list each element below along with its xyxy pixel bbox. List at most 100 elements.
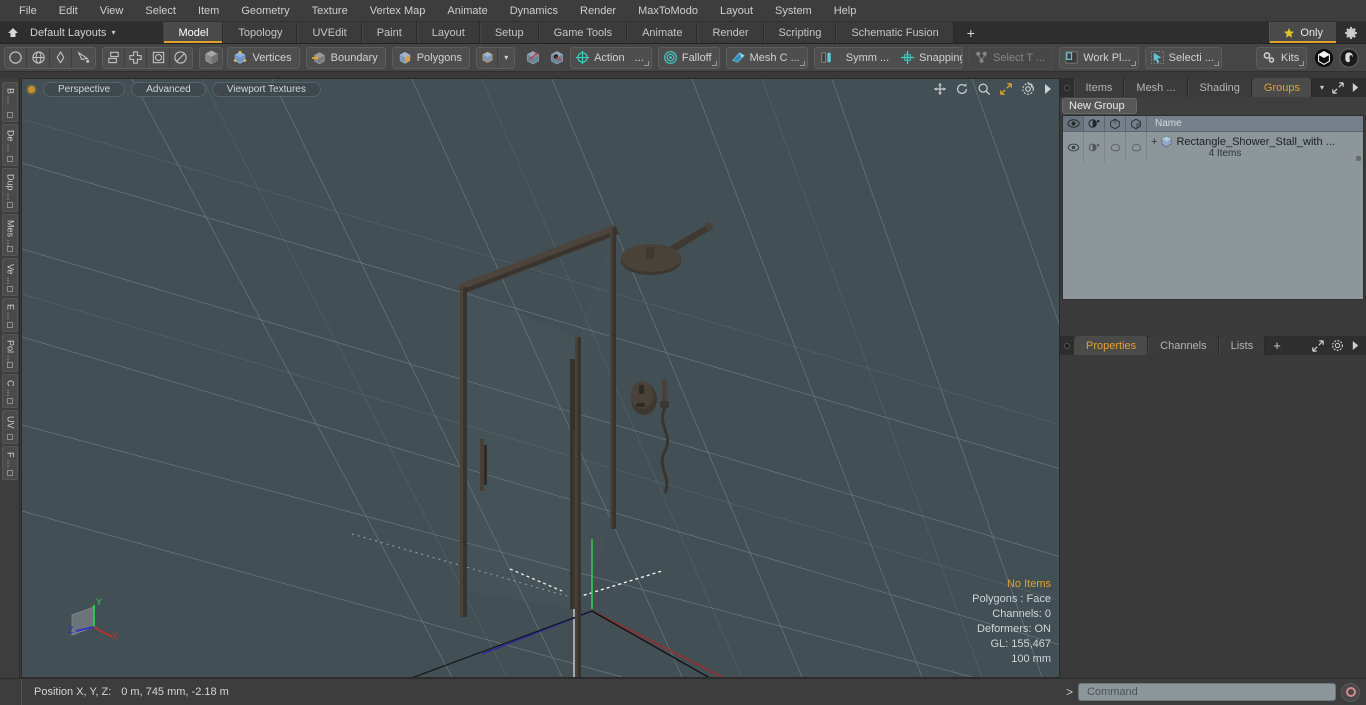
row-wireframe-toggle[interactable]: [1105, 132, 1126, 162]
selection-mode-vertices[interactable]: Vertices: [227, 46, 300, 69]
mesh-constraint-button[interactable]: Mesh C ...: [725, 46, 808, 69]
work-plane-button[interactable]: Work Pl...: [1059, 46, 1139, 69]
tab-render[interactable]: Render: [697, 22, 764, 43]
only-toggle-button[interactable]: Only: [1269, 22, 1336, 43]
tab-model[interactable]: Model: [163, 22, 224, 43]
shaded-icon[interactable]: [1126, 116, 1147, 131]
snapping-button[interactable]: Snapping: [896, 48, 962, 68]
row-shaded-toggle[interactable]: [1126, 132, 1147, 162]
axis-cube-black-icon[interactable]: [546, 47, 568, 69]
viewport-projection-selector[interactable]: Perspective: [43, 81, 126, 97]
sidebar-item-curve[interactable]: C ...: [1, 374, 18, 408]
tab-uvedit[interactable]: UVEdit: [297, 22, 362, 43]
new-group-button[interactable]: New Group: [1062, 98, 1137, 114]
kits-button[interactable]: Kits: [1255, 46, 1308, 69]
tab-game-tools[interactable]: Game Tools: [538, 22, 628, 43]
selection-cube-icon[interactable]: [477, 47, 499, 68]
falloff-button[interactable]: Falloff: [657, 46, 720, 69]
menu-item-dynamics[interactable]: Dynamics: [499, 3, 569, 19]
perspective-viewport[interactable]: Perspective Advanced Viewport Textures Y…: [21, 78, 1060, 678]
row-name-cell[interactable]: + Rectangle_Shower_Stall_with ... 4 Item…: [1147, 132, 1363, 162]
axis-cube-red-icon[interactable]: [521, 47, 543, 69]
viewport-shading-selector[interactable]: Advanced: [131, 81, 206, 97]
menu-item-vertex-map[interactable]: Vertex Map: [359, 3, 437, 19]
tab-schematic-fusion[interactable]: Schematic Fusion: [836, 22, 954, 43]
expand-icon[interactable]: [1312, 339, 1324, 352]
sidebar-item-polygon[interactable]: Pol ...: [1, 334, 18, 372]
fit-icon[interactable]: [999, 82, 1013, 96]
add-panel-tab-button[interactable]: +: [1265, 336, 1289, 355]
tab-paint[interactable]: Paint: [361, 22, 417, 43]
chevron-down-icon[interactable]: ▾: [498, 53, 514, 62]
tab-groups[interactable]: Groups: [1251, 78, 1312, 97]
render-camera-icon[interactable]: [1084, 116, 1105, 131]
symmetry-button[interactable]: Symm ...: [815, 48, 896, 68]
globe-icon[interactable]: [27, 47, 50, 68]
menu-item-select[interactable]: Select: [134, 3, 187, 19]
sidebar-item-edge[interactable]: E ...: [1, 298, 18, 332]
tab-items[interactable]: Items: [1073, 78, 1125, 97]
expand-row-button[interactable]: +: [1151, 136, 1157, 147]
tab-shading[interactable]: Shading: [1187, 78, 1252, 97]
tab-properties[interactable]: Properties: [1074, 336, 1149, 355]
selection-mode-boundary[interactable]: Boundary: [305, 46, 386, 69]
tab-lists[interactable]: Lists: [1218, 336, 1266, 355]
zoom-icon[interactable]: [977, 82, 991, 96]
tab-scripting[interactable]: Scripting: [763, 22, 837, 43]
menu-item-geometry[interactable]: Geometry: [230, 3, 300, 19]
sidebar-item-basic[interactable]: B ...: [1, 82, 18, 122]
pen-icon[interactable]: [50, 47, 73, 68]
row-render-toggle[interactable]: [1084, 132, 1105, 162]
play-caret-icon[interactable]: [1351, 82, 1360, 93]
tab-channels[interactable]: Channels: [1148, 336, 1219, 355]
selection-mode-polygons[interactable]: Polygons: [391, 46, 470, 69]
circle-icon[interactable]: [5, 47, 28, 68]
panel-menu-icon[interactable]: [1060, 78, 1074, 97]
action-center-button[interactable]: Action ...: [570, 46, 652, 69]
rotate-icon[interactable]: [955, 82, 969, 96]
sidebar-item-mesh-edit[interactable]: Mes ...: [1, 214, 18, 256]
row-eye-toggle[interactable]: [1063, 132, 1084, 162]
sidebar-item-fusion[interactable]: F ...: [1, 446, 18, 480]
curve-icon[interactable]: [72, 48, 94, 68]
add-tab-button[interactable]: +: [953, 22, 988, 43]
flip-icon[interactable]: [103, 47, 125, 68]
menu-item-help[interactable]: Help: [823, 3, 868, 19]
select-through-button[interactable]: Select T ...: [969, 46, 1054, 69]
sidebar-item-vertex[interactable]: Ve ...: [1, 258, 18, 296]
modo-logo-icon[interactable]: [1313, 47, 1335, 69]
expand-icon[interactable]: [1332, 81, 1344, 94]
menu-item-item[interactable]: Item: [187, 3, 230, 19]
tab-topology[interactable]: Topology: [223, 22, 298, 43]
eye-icon[interactable]: [1063, 116, 1084, 131]
sidebar-item-uv[interactable]: UV: [1, 410, 18, 444]
selection-sets-button[interactable]: Selecti ...: [1144, 46, 1222, 69]
panel-menu-icon[interactable]: [1060, 336, 1074, 355]
viewport-textures-selector[interactable]: Viewport Textures: [211, 81, 321, 97]
tab-animate[interactable]: Animate: [627, 22, 698, 43]
menu-item-animate[interactable]: Animate: [436, 3, 498, 19]
table-row[interactable]: + Rectangle_Shower_Stall_with ... 4 Item…: [1063, 132, 1363, 162]
cube-icon[interactable]: [199, 46, 224, 69]
sidebar-item-deform[interactable]: De ...: [1, 124, 18, 166]
menu-item-edit[interactable]: Edit: [48, 3, 89, 19]
tab-setup[interactable]: Setup: [479, 22, 539, 43]
sphere-slice-icon[interactable]: [170, 48, 192, 68]
menu-item-file[interactable]: File: [8, 3, 48, 19]
square-circle-icon[interactable]: [147, 47, 170, 68]
menu-item-layout[interactable]: Layout: [709, 3, 764, 19]
tab-mesh-ops[interactable]: Mesh ...: [1124, 78, 1188, 97]
chevron-down-icon[interactable]: ▾: [1312, 78, 1332, 97]
gear-icon[interactable]: [1021, 82, 1035, 96]
command-input[interactable]: Command: [1078, 683, 1336, 701]
unreal-logo-icon[interactable]: [1338, 47, 1360, 69]
groups-item-list[interactable]: Name + Rectangle_Shower_Stall_with ... 4…: [1062, 115, 1364, 300]
menu-item-render[interactable]: Render: [569, 3, 627, 19]
tab-layout[interactable]: Layout: [416, 22, 480, 43]
play-caret-icon[interactable]: [1043, 83, 1053, 95]
move-icon[interactable]: [933, 82, 947, 96]
gear-icon[interactable]: [1331, 339, 1344, 352]
list-scrollbar[interactable]: [1356, 156, 1361, 267]
play-caret-icon[interactable]: [1351, 340, 1360, 351]
gear-icon[interactable]: [1336, 22, 1366, 43]
